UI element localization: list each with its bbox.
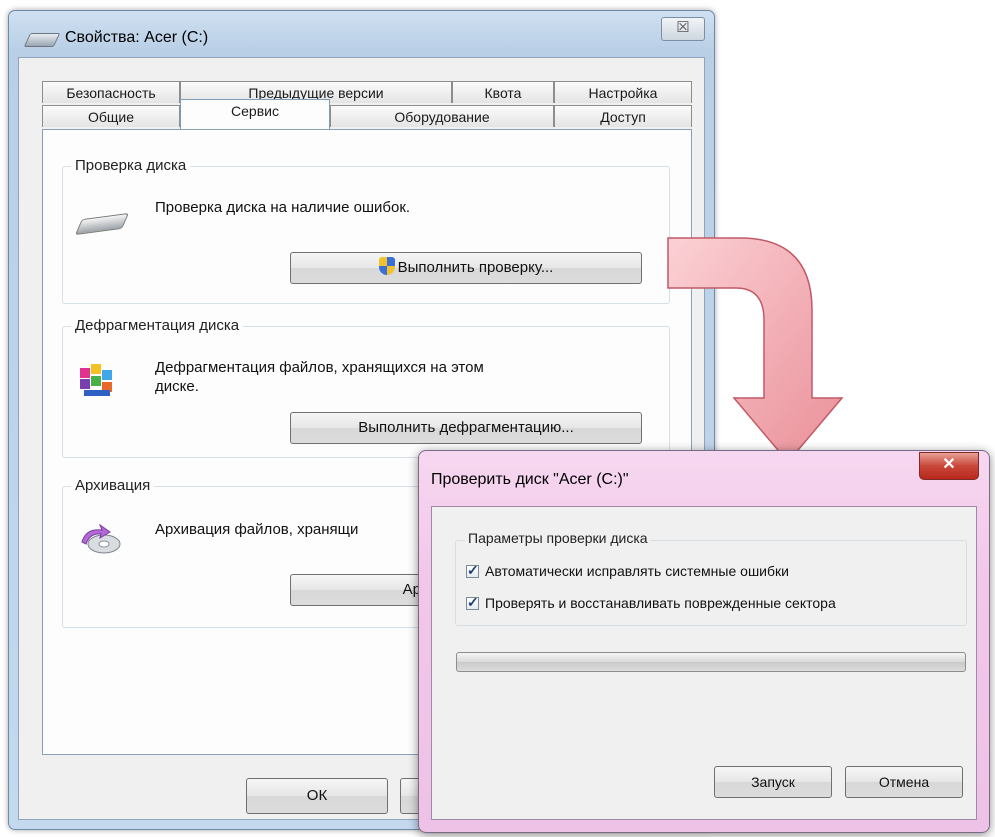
start-button[interactable]: Запуск (714, 766, 832, 798)
check-disk-group-title: Проверка диска (71, 157, 191, 174)
tab-security[interactable]: Безопасность (42, 81, 180, 103)
check-options-group-title: Параметры проверки диска (465, 530, 651, 546)
check-options-group (455, 540, 967, 626)
scan-sectors-label: Проверять и восстанавливать поврежденные… (485, 595, 836, 611)
tab-general[interactable]: Общие (42, 105, 180, 127)
scan-sectors-option[interactable]: Проверять и восстанавливать поврежденные… (466, 594, 836, 611)
backup-group-title: Архивация (71, 477, 155, 494)
defrag-description-line1: Дефрагментация файлов, хранящихся на это… (155, 359, 484, 376)
check-progress-bar (456, 652, 966, 672)
tab-tools[interactable]: Сервис (180, 99, 330, 129)
defrag-icon (80, 364, 116, 398)
uac-shield-icon (378, 257, 395, 275)
tab-hardware[interactable]: Оборудование (330, 105, 554, 127)
ok-button[interactable]: ОК (246, 778, 388, 814)
tab-row-1: Безопасность Предыдущие версии Квота Нас… (42, 81, 692, 105)
backup-now-button[interactable]: Ар (290, 574, 430, 606)
tab-sharing[interactable]: Доступ (554, 105, 692, 127)
auto-fix-option[interactable]: Автоматически исправлять системные ошибк… (466, 562, 789, 579)
curved-arrow-graphic (667, 237, 844, 464)
cancel-button[interactable]: Отмена (845, 766, 963, 798)
tab-row-2: Общие Сервис Оборудование Доступ (42, 99, 692, 129)
defrag-description-line2: диске. (155, 378, 199, 395)
tab-quota[interactable]: Квота (452, 81, 554, 103)
scan-sectors-checkbox[interactable] (466, 594, 479, 611)
backup-description: Архивация файлов, хранящи (155, 521, 359, 538)
properties-title: Свойства: Acer (C:) (65, 29, 209, 46)
drive-icon (23, 33, 61, 47)
check-now-button[interactable]: Выполнить проверку... (290, 252, 642, 284)
check-disk-close-button[interactable]: ✕ (919, 452, 979, 480)
check-disk-dialog-title: Проверить диск "Acer (C:)" (431, 471, 629, 488)
auto-fix-checkbox[interactable] (466, 562, 479, 579)
check-disk-description: Проверка диска на наличие ошибок. (155, 199, 411, 216)
backup-icon (81, 523, 121, 554)
properties-titlebar[interactable]: Свойства: Acer (C:) ☒ (9, 11, 714, 57)
defrag-group-title: Дефрагментация диска (71, 317, 244, 334)
tab-customize[interactable]: Настройка (554, 81, 692, 103)
check-now-label: Выполнить проверку... (397, 259, 554, 276)
auto-fix-label: Автоматически исправлять системные ошибк… (485, 563, 789, 579)
defragment-now-button[interactable]: Выполнить дефрагментацию... (290, 412, 642, 444)
properties-close-button[interactable]: ☒ (661, 17, 705, 41)
